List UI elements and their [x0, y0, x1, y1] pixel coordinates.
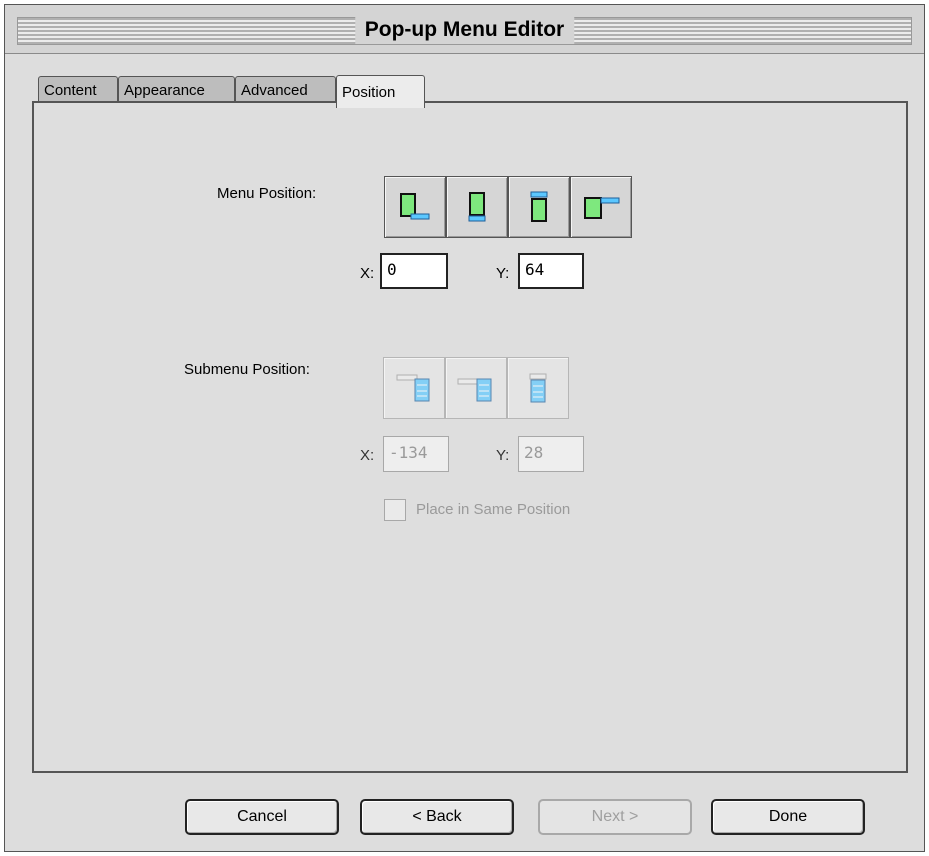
submenu-y-field[interactable]: 28 [518, 436, 584, 472]
next-button[interactable]: Next > [538, 799, 692, 835]
submenu-position-right-top-button[interactable] [445, 357, 507, 419]
tab-advanced[interactable]: Advanced [235, 76, 336, 103]
menu-x-field[interactable]: 0 [380, 253, 448, 289]
submenu-position-label: Submenu Position: [184, 361, 310, 378]
submenu-y-label: Y: [496, 447, 510, 464]
submenu-x-label: X: [360, 447, 375, 464]
menu-below-left-icon [400, 193, 430, 220]
menu-y-label: Y: [496, 265, 510, 282]
cancel-button[interactable]: Cancel [185, 799, 339, 835]
tab-content[interactable]: Content [38, 76, 118, 103]
place-same-position-checkbox[interactable] [384, 499, 406, 521]
done-button[interactable]: Done [711, 799, 865, 835]
window-title: Pop-up Menu Editor [354, 16, 575, 44]
menu-position-below-center-button[interactable] [446, 176, 508, 238]
place-same-position-label: Place in Same Position [416, 501, 571, 518]
submenu-right-top-icon [457, 378, 492, 402]
menu-right-icon [584, 197, 620, 219]
submenu-right-low-icon [396, 374, 430, 402]
position-panel: Menu Position: X: 0 Y: 64 Submenu Positi… [32, 101, 908, 773]
back-button[interactable]: < Back [360, 799, 514, 835]
menu-position-below-left-button[interactable] [384, 176, 446, 238]
title-bar[interactable]: Pop-up Menu Editor [5, 5, 924, 54]
popup-menu-editor-window: Pop-up Menu Editor Content Appearance Ad… [4, 4, 925, 852]
submenu-position-overlap-button[interactable] [507, 357, 569, 419]
menu-position-above-button[interactable] [508, 176, 570, 238]
tab-appearance[interactable]: Appearance [118, 76, 235, 103]
menu-below-center-icon [468, 192, 486, 222]
submenu-overlap-icon [529, 373, 547, 403]
menu-above-icon [530, 191, 548, 222]
tab-position[interactable]: Position [336, 75, 425, 108]
submenu-x-field[interactable]: -134 [383, 436, 449, 472]
menu-position-right-button[interactable] [570, 176, 632, 238]
submenu-position-right-low-button[interactable] [383, 357, 445, 419]
menu-y-field[interactable]: 64 [518, 253, 584, 289]
menu-x-label: X: [360, 265, 375, 282]
menu-position-label: Menu Position: [217, 185, 317, 202]
